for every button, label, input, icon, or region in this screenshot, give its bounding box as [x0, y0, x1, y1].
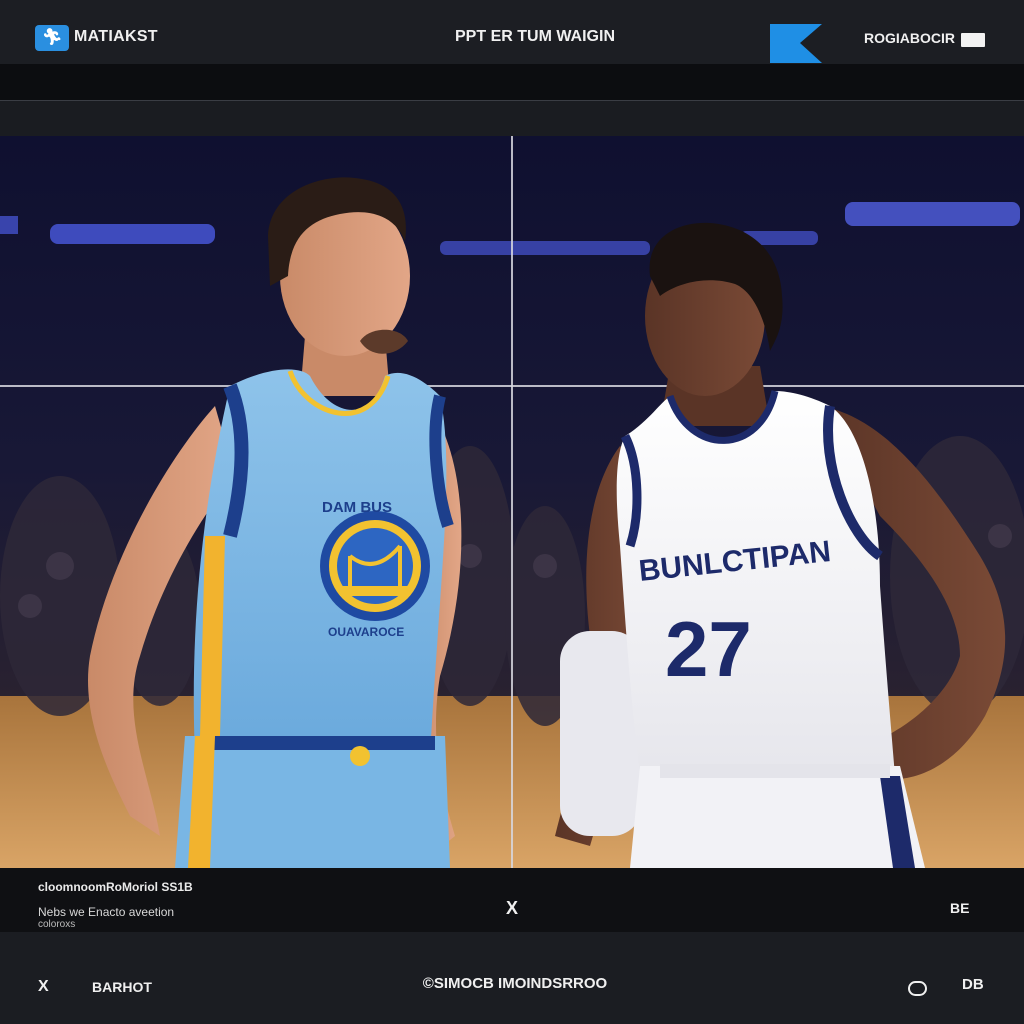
- footer-left-link[interactable]: BARHOT: [92, 979, 152, 995]
- left-jersey-text: DAM BUS: [322, 499, 392, 516]
- photo-viewer[interactable]: DAM BUS OUAVAROCE BUNLCTIPAN 27: [0, 136, 1024, 868]
- right-jersey-number: 27: [665, 605, 752, 693]
- toggle-icon[interactable]: [908, 981, 927, 996]
- brand-logo-icon[interactable]: [770, 24, 822, 63]
- caption-description: Nebs we Enacto aveetion: [38, 905, 175, 919]
- subtoolbar-strip: [0, 101, 1024, 136]
- caption-title: cloomnoomRoMoriol SS1B: [38, 880, 193, 894]
- caption-meta: coloroxs: [38, 919, 76, 930]
- left-jersey-bottom-text: OUAVAROCE: [328, 625, 404, 639]
- toolbar-strip: [0, 64, 1024, 101]
- player-comparison-image: DAM BUS OUAVAROCE BUNLCTIPAN 27: [0, 136, 1024, 868]
- copyright-label: ©SIMOCB IMOINDSRROO: [422, 975, 608, 992]
- info-action-button[interactable]: BE: [950, 900, 969, 916]
- footer-right-button[interactable]: DB: [962, 976, 984, 993]
- account-menu-label[interactable]: ROGIABOCIR: [864, 30, 955, 46]
- runner-icon[interactable]: 🏃︎: [35, 25, 69, 51]
- cross-icon[interactable]: X: [38, 978, 49, 996]
- account-menu-button[interactable]: [961, 33, 985, 47]
- close-button[interactable]: X: [500, 896, 524, 920]
- app-name[interactable]: MATIAKST: [74, 28, 158, 46]
- footer-center-text: SIMOCB IMOINDSRROO: [433, 975, 608, 992]
- page-title: PPT ER TUM WAIGIN: [455, 28, 615, 45]
